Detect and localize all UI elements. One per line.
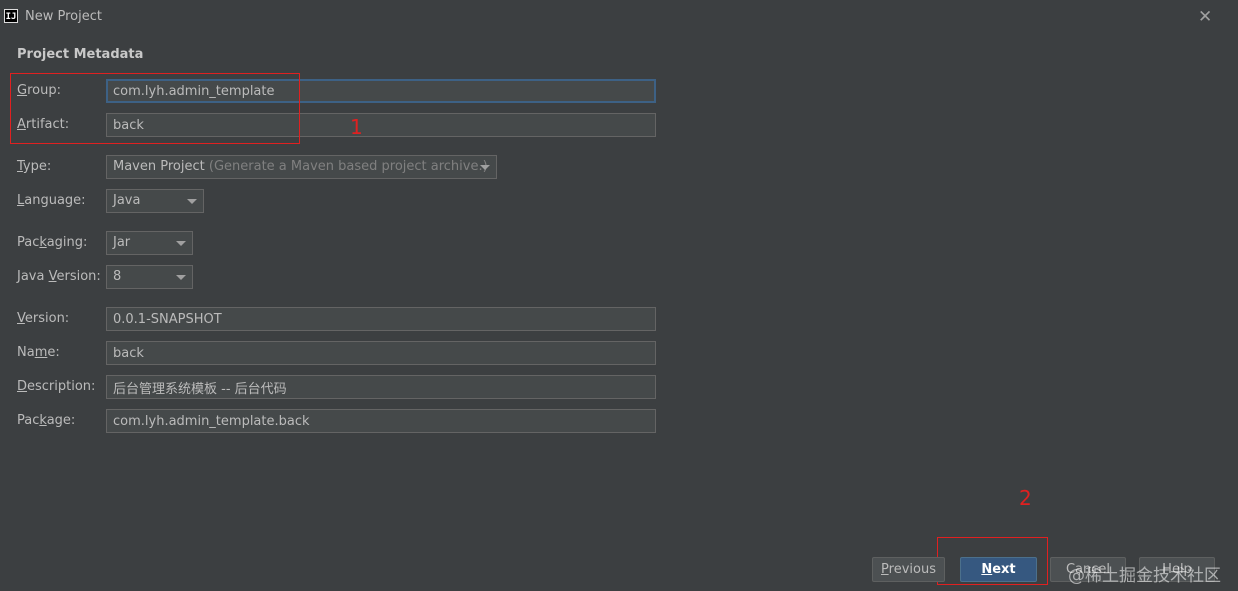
cancel-button[interactable]: Cancel bbox=[1050, 557, 1126, 582]
intellij-app-icon: IJ bbox=[4, 9, 18, 23]
title-bar: IJ New Project ✕ bbox=[0, 0, 1238, 34]
help-button[interactable]: Help bbox=[1139, 557, 1215, 582]
description-input[interactable] bbox=[106, 375, 656, 399]
chevron-down-icon bbox=[187, 199, 197, 204]
version-label: Version: bbox=[17, 311, 70, 326]
annotation-label-1: 1 bbox=[350, 115, 363, 139]
type-hint: (Generate a Maven based project archive.… bbox=[208, 159, 488, 174]
packaging-label: Packaging: bbox=[17, 235, 88, 250]
type-value: Maven Project bbox=[113, 159, 205, 174]
next-button[interactable]: Next bbox=[960, 557, 1037, 582]
section-title: Project Metadata bbox=[17, 47, 144, 62]
package-input[interactable] bbox=[106, 409, 656, 433]
java-version-select[interactable]: 8 bbox=[106, 265, 193, 289]
version-input[interactable] bbox=[106, 307, 656, 331]
previous-button[interactable]: Previous bbox=[872, 557, 945, 582]
chevron-down-icon bbox=[480, 165, 490, 170]
language-label: Language: bbox=[17, 193, 86, 208]
java-version-value: 8 bbox=[113, 269, 122, 284]
annotation-box-1 bbox=[10, 73, 300, 144]
packaging-value: Jar bbox=[113, 235, 131, 250]
type-label: Type: bbox=[17, 159, 52, 174]
name-input[interactable] bbox=[106, 341, 656, 365]
chevron-down-icon bbox=[176, 241, 186, 246]
packaging-select[interactable]: Jar bbox=[106, 231, 193, 255]
language-select[interactable]: Java bbox=[106, 189, 204, 213]
java-version-label: Java Version: bbox=[17, 269, 101, 284]
package-label: Package: bbox=[17, 413, 76, 428]
name-label: Name: bbox=[17, 345, 60, 360]
window-title: New Project bbox=[25, 9, 102, 24]
language-value: Java bbox=[113, 193, 141, 208]
chevron-down-icon bbox=[176, 275, 186, 280]
type-select[interactable]: Maven Project (Generate a Maven based pr… bbox=[106, 155, 497, 179]
description-label: Description: bbox=[17, 379, 96, 394]
close-icon[interactable]: ✕ bbox=[1198, 7, 1212, 27]
annotation-label-2: 2 bbox=[1019, 486, 1032, 510]
